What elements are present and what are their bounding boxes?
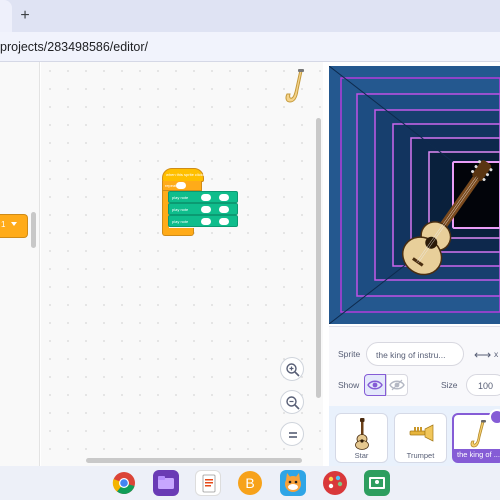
workspace-horizontal-scrollbar[interactable] [86,458,302,463]
play-note-label: play note [172,195,189,200]
address-bar[interactable]: projects/283498586/editor/ [0,32,500,62]
paint-icon [323,471,347,495]
stage[interactable] [329,66,500,324]
zoom-in-icon [286,363,300,377]
repeat-block-bottom [162,228,194,236]
sprite-label: Sprite [338,349,361,359]
zoom-reset-button[interactable] [280,422,304,446]
eye-off-icon [389,379,405,391]
classroom-icon [369,477,385,489]
files-icon[interactable] [153,470,179,496]
show-label: Show [338,380,360,390]
active-tab[interactable] [0,0,12,32]
tab-bar: + [0,0,500,32]
note-input[interactable] [201,218,211,225]
classroom-icon[interactable] [364,470,390,496]
beats-input[interactable] [219,206,229,213]
new-tab-button[interactable]: + [16,6,34,26]
size-input[interactable]: 100 [466,374,500,396]
saxophone-icon [470,420,486,448]
scratch-cat-icon[interactable] [280,470,306,496]
repeat-block-label: repeat [165,183,177,188]
sprite-tile-star[interactable]: Star [335,413,388,463]
sprite-name-input[interactable]: the king of instru... [366,342,464,366]
x-label: x [494,349,499,359]
guitar-icon [355,418,369,450]
sprite-list: Star Trumpet the king of ... [329,406,500,466]
trumpet-icon [409,424,434,442]
svg-text:B: B [245,475,254,491]
os-taskbar: B [0,466,500,500]
hat-block-label: when this sprite clicked [166,172,208,177]
scratch-cat-icon [285,473,301,492]
zoom-out-button[interactable] [280,390,304,414]
play-note-label: play note [172,219,189,224]
sprite-tile-name: the king of ... [454,449,500,461]
bitcoin-app-icon[interactable]: B [237,470,263,496]
bitcoin-app-icon: B [238,471,262,495]
files-icon [158,476,174,489]
palette-block-value: 1 [1,220,6,229]
beats-input[interactable] [219,194,229,201]
delete-sprite-badge[interactable] [489,409,500,425]
play-note-block[interactable]: play note [168,203,238,215]
stage-backdrop [329,66,500,324]
show-sprite-button[interactable] [364,374,386,396]
palette-block[interactable]: 1 [0,214,28,238]
paint-icon[interactable] [322,470,348,496]
dropdown-arrow-icon [11,222,17,226]
sprite-tile-trumpet[interactable]: Trumpet [394,413,447,463]
block-palette: 1 [0,62,40,466]
play-note-block[interactable]: play note [168,191,238,203]
eye-icon [367,380,383,390]
docs-icon[interactable] [195,470,221,496]
x-arrows-icon: ⟷ [474,348,492,362]
zoom-reset-icon [289,432,297,438]
play-note-label: play note [172,207,189,212]
note-input[interactable] [201,206,211,213]
chrome-icon[interactable] [111,470,137,496]
zoom-in-button[interactable] [280,357,304,381]
repeat-count-input[interactable] [176,182,186,189]
note-input[interactable] [201,194,211,201]
zoom-out-icon [286,396,300,410]
workspace-vertical-scrollbar[interactable] [316,118,321,398]
beats-input[interactable] [219,218,229,225]
chrome-icon [112,472,135,494]
palette-scrollbar[interactable] [31,212,36,248]
docs-icon [202,474,216,493]
play-note-block[interactable]: play note [168,215,238,227]
saxophone-icon [285,69,304,103]
size-label: Size [441,380,458,390]
hide-sprite-button[interactable] [386,374,408,396]
sprite-info-panel: Sprite the king of instru... ⟷ x Show Si… [329,326,500,406]
url-text[interactable]: projects/283498586/editor/ [0,40,148,54]
sprite-tile-name: Star [354,451,369,460]
sprite-tile-name: Trumpet [406,451,435,460]
